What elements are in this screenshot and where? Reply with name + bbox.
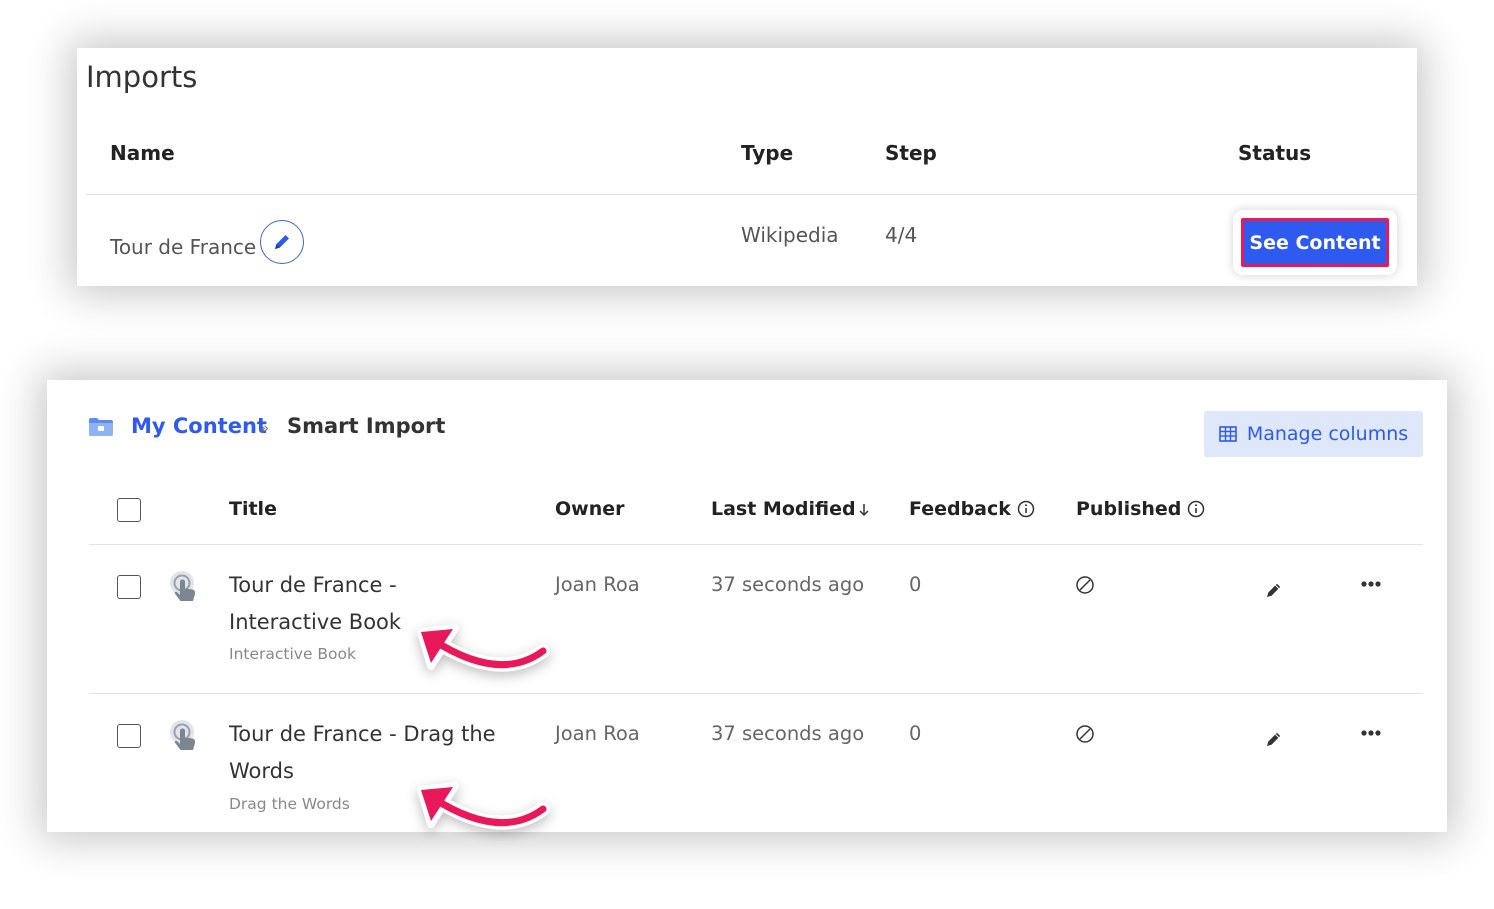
edit-import-button[interactable] <box>260 220 304 264</box>
select-all-checkbox[interactable] <box>117 498 141 522</box>
column-header-title-label: Title <box>229 498 277 520</box>
column-header-published[interactable]: Published <box>1076 498 1205 520</box>
annotation-arrow <box>417 624 550 672</box>
table-row[interactable]: Tour de France - Interactive Book Intera… <box>47 545 1447 693</box>
info-icon[interactable] <box>1017 500 1035 518</box>
column-header-owner[interactable]: Owner <box>555 498 625 520</box>
more-icon[interactable] <box>1360 728 1382 738</box>
imports-panel: Imports Name Type Step Status Tour de Fr… <box>77 48 1417 286</box>
pencil-icon[interactable] <box>1265 730 1283 748</box>
pencil-icon[interactable] <box>1265 581 1283 599</box>
more-icon[interactable] <box>1360 579 1382 589</box>
hand-pointer-icon <box>170 571 196 601</box>
import-name: Tour de France <box>110 235 257 259</box>
row-owner: Joan Roa <box>555 722 640 745</box>
row-owner: Joan Roa <box>555 573 640 596</box>
row-feedback: 0 <box>909 573 922 596</box>
manage-columns-label: Manage columns <box>1246 423 1409 445</box>
column-header-status: Status <box>1238 141 1312 165</box>
row-feedback: 0 <box>909 722 922 745</box>
breadcrumb-my-content[interactable]: My Content <box>131 414 267 438</box>
column-header-feedback-label: Feedback <box>909 498 1011 520</box>
row-title-line-1: Tour de France - Drag the <box>229 722 496 746</box>
content-panel: My Content » Smart Import Manage columns… <box>47 380 1447 832</box>
sort-down-icon <box>859 504 869 517</box>
column-header-last-modified-label: Last Modified <box>711 498 856 520</box>
column-header-title[interactable]: Title <box>229 498 277 520</box>
table-row[interactable]: Tour de France - Drag the Words Drag the… <box>47 694 1447 842</box>
row-subtitle: Interactive Book <box>229 645 356 663</box>
column-header-name: Name <box>110 141 175 165</box>
column-header-published-label: Published <box>1076 498 1182 520</box>
column-header-type: Type <box>741 141 794 165</box>
row-checkbox[interactable] <box>117 724 141 748</box>
column-header-feedback[interactable]: Feedback <box>909 498 1035 520</box>
breadcrumb-current: Smart Import <box>287 414 446 438</box>
column-header-owner-label: Owner <box>555 498 625 520</box>
row-checkbox[interactable] <box>117 575 141 599</box>
not-published-icon <box>1076 725 1094 743</box>
info-icon[interactable] <box>1187 500 1205 518</box>
import-step: 4/4 <box>885 223 918 247</box>
row-last-modified: 37 seconds ago <box>711 573 865 596</box>
annotation-arrow <box>417 782 550 830</box>
pencil-icon <box>275 235 289 249</box>
see-content-highlight: See Content <box>1233 210 1397 275</box>
header-divider <box>86 194 1417 195</box>
import-type: Wikipedia <box>741 223 839 247</box>
imports-title: Imports <box>86 60 198 94</box>
column-header-last-modified[interactable]: Last Modified <box>711 498 870 520</box>
folder-icon <box>89 418 113 436</box>
breadcrumb-separator: » <box>260 419 270 437</box>
row-subtitle: Drag the Words <box>229 795 350 813</box>
not-published-icon <box>1076 576 1094 594</box>
row-title-line-1: Tour de France - <box>229 573 397 597</box>
column-header-step: Step <box>885 141 937 165</box>
row-last-modified: 37 seconds ago <box>711 722 865 745</box>
see-content-button[interactable]: See Content <box>1241 218 1389 267</box>
hand-pointer-icon <box>170 720 196 750</box>
manage-columns-button[interactable]: Manage columns <box>1204 411 1423 457</box>
table-icon <box>1219 426 1237 442</box>
